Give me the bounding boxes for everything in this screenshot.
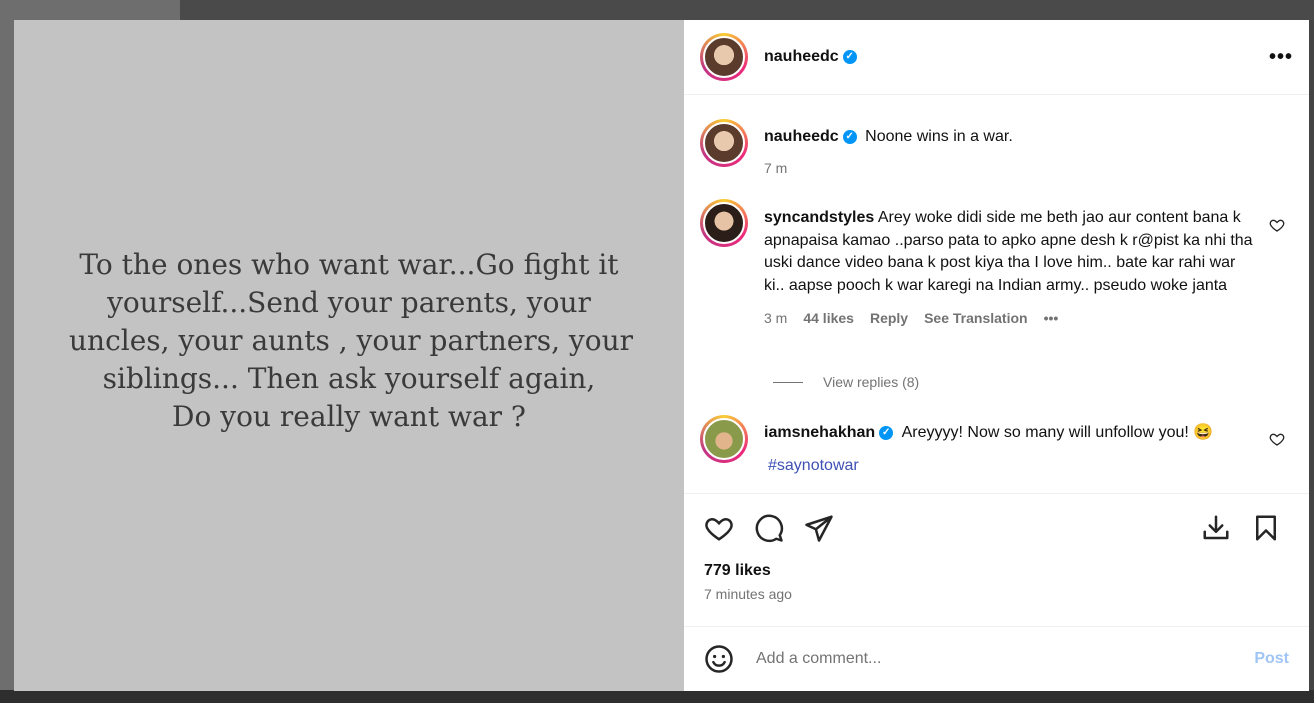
- comment-item: iamsnehakhan ✓ Areyyyy! Now so many will …: [700, 415, 1293, 463]
- comment-time[interactable]: 3 m: [764, 307, 787, 330]
- heart-icon[interactable]: [704, 513, 734, 543]
- caption-text: Noone wins in a war.: [865, 128, 1013, 145]
- post-text-line: yourself...Send your parents, your: [107, 285, 591, 319]
- heart-icon[interactable]: [1269, 431, 1285, 447]
- header-user: nauheedc ✓: [764, 48, 857, 66]
- verified-badge-icon: ✓: [879, 425, 894, 440]
- avatar-image: [703, 122, 745, 164]
- view-replies-label: View replies (8): [823, 374, 920, 390]
- more-options-icon[interactable]: •••: [1269, 46, 1293, 69]
- post-text-line: siblings... Then ask yourself again,: [102, 361, 596, 395]
- post-modal: To the ones who want war...Go fight it y…: [14, 20, 1309, 691]
- avatar[interactable]: [700, 119, 748, 167]
- avatar-image: [703, 202, 745, 244]
- post-image: To the ones who want war...Go fight it y…: [14, 20, 684, 691]
- post-text-line: Do you really want war ?: [172, 399, 526, 433]
- view-replies-line: [773, 381, 803, 383]
- comment-item: syncandstyles Arey woke didi side me bet…: [700, 199, 1293, 330]
- post-comment-button[interactable]: Post: [1254, 650, 1289, 668]
- avatar[interactable]: [700, 199, 748, 247]
- see-translation-button[interactable]: See Translation: [924, 307, 1027, 330]
- caption-username[interactable]: nauheedc: [764, 128, 839, 145]
- username-link[interactable]: nauheedc: [764, 48, 839, 66]
- heart-icon[interactable]: [1269, 217, 1285, 233]
- comment-more-icon[interactable]: •••: [1044, 307, 1059, 330]
- emoji-icon[interactable]: [704, 644, 734, 674]
- post-text-line: To the ones who want war...Go fight it: [79, 247, 619, 281]
- comment-icon[interactable]: [754, 513, 784, 543]
- avatar[interactable]: [700, 415, 748, 463]
- post-side-panel: nauheedc ✓ ••• nauheedc ✓ Noone wins in a…: [684, 20, 1309, 691]
- verified-badge-icon: ✓: [842, 50, 857, 64]
- post-time: 7 minutes ago: [684, 584, 1309, 627]
- avatar[interactable]: [700, 33, 748, 81]
- background-bottom: [0, 690, 1314, 703]
- action-bar: [684, 493, 1309, 562]
- caption: nauheedc ✓ Noone wins in a war. 7 m: [700, 119, 1293, 179]
- comment-username[interactable]: syncandstyles: [764, 209, 874, 226]
- avatar-image: [703, 418, 745, 460]
- reply-button[interactable]: Reply: [870, 307, 908, 330]
- comment-username[interactable]: iamsnehakhan: [764, 424, 875, 441]
- post-header: nauheedc ✓ •••: [684, 20, 1309, 95]
- likes-count[interactable]: 779 likes: [684, 562, 1309, 584]
- verified-badge-icon: ✓: [842, 129, 857, 144]
- bookmark-icon[interactable]: [1251, 513, 1281, 543]
- share-icon[interactable]: [804, 513, 834, 543]
- post-image-text: To the ones who want war...Go fight it y…: [69, 246, 634, 436]
- background-strip: [180, 0, 1314, 20]
- hashtag-link[interactable]: #saynotowar: [768, 457, 859, 475]
- comment-input[interactable]: [754, 649, 1255, 669]
- post-text-line: uncles, your aunts , your partners, your: [69, 323, 634, 357]
- comment-composer: Post: [684, 627, 1309, 691]
- comments-section: nauheedc ✓ Noone wins in a war. 7 m synca…: [684, 95, 1309, 493]
- comment-likes[interactable]: 44 likes: [803, 307, 854, 330]
- download-icon[interactable]: [1201, 513, 1231, 543]
- view-replies-button[interactable]: View replies (8): [773, 374, 919, 390]
- caption-time[interactable]: 7 m: [764, 157, 787, 180]
- avatar-image: [703, 36, 745, 78]
- comment-text: Areyyyy! Now so many will unfollow you! …: [901, 424, 1214, 441]
